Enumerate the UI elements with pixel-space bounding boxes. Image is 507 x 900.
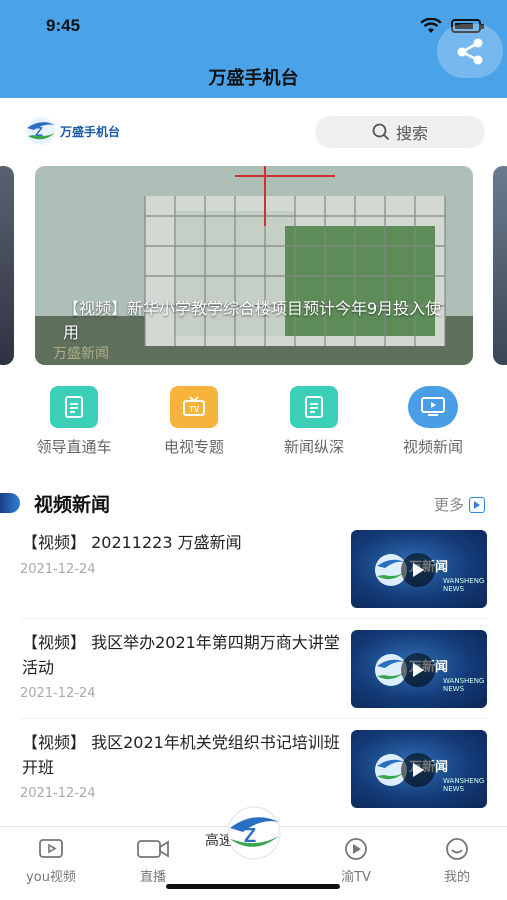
- app-header: 9:45 ···· 万盛手机台: [0, 0, 507, 98]
- page-title: 万盛手机台: [208, 68, 299, 89]
- news-date: 2021-12-24: [20, 786, 96, 801]
- chevron-right-icon: [469, 496, 485, 513]
- thumbnail-subtitle: WANSHENG NEWS: [443, 577, 485, 593]
- more-label: 更多: [433, 496, 464, 514]
- carousel-prev-slide[interactable]: [0, 166, 14, 365]
- monitor-icon: [408, 386, 458, 428]
- search-bar[interactable]: 搜索: [315, 116, 485, 148]
- news-thumbnail: 万新闻 WANSHENG NEWS: [351, 530, 487, 608]
- tab-live[interactable]: 直播: [103, 837, 203, 885]
- brand-logo-icon: Z: [27, 117, 55, 145]
- more-link[interactable]: 更多: [434, 494, 485, 515]
- divider: [20, 618, 487, 619]
- document-icon: [290, 386, 338, 428]
- share-button[interactable]: [437, 24, 503, 78]
- tab-you-video[interactable]: you视频: [1, 837, 101, 885]
- quick-nav: 领导直通车 TV 电视专题 新闻纵深 视频新闻: [0, 386, 507, 456]
- news-title: 【视频】 我区2021年机关党组织书记培训班开班: [22, 733, 340, 777]
- search-label: 搜索: [395, 124, 428, 143]
- news-item[interactable]: 【视频】 20211223 万盛新闻 2021-12-24 万新闻 WANSHE…: [20, 530, 487, 610]
- quicknav-video-news[interactable]: 视频新闻: [378, 386, 488, 457]
- quicknav-label: 领导直通车: [36, 438, 112, 456]
- news-thumbnail: 万新闻 WANSHENG NEWS: [351, 630, 487, 708]
- tab-mine[interactable]: 我的: [407, 837, 507, 885]
- svg-text:TV: TV: [189, 405, 200, 414]
- banner-watermark: 万盛新闻: [53, 346, 109, 362]
- news-item[interactable]: 【视频】 我区举办2021年第四期万商大讲堂活动 2021-12-24 万新闻 …: [20, 630, 487, 710]
- banner-carousel-slide[interactable]: 万盛新闻 【视频】新华小学教学综合楼项目预计今年9月投入使用: [35, 166, 473, 365]
- svg-text:Z: Z: [35, 124, 43, 139]
- news-date: 2021-12-24: [20, 562, 96, 577]
- news-date: 2021-12-24: [20, 686, 96, 701]
- quicknav-tv-topics[interactable]: TV 电视专题: [139, 386, 249, 457]
- play-square-icon: [39, 839, 63, 858]
- section-header: 视频新闻 更多: [0, 488, 507, 518]
- smile-icon: [446, 838, 468, 860]
- play-icon[interactable]: [401, 653, 435, 687]
- share-icon: [457, 38, 483, 65]
- divider: [20, 718, 487, 719]
- tab-label: you视频: [26, 870, 76, 885]
- brand-logo-text: 万盛手机台: [60, 124, 121, 139]
- carousel-next-slide[interactable]: [493, 166, 507, 365]
- center-home-logo-icon[interactable]: Z: [223, 806, 285, 860]
- play-circle-icon: [345, 838, 367, 860]
- svg-text:Z: Z: [244, 825, 256, 847]
- signal-dots: ····: [392, 30, 409, 41]
- thumbnail-subtitle: WANSHENG NEWS: [443, 777, 485, 793]
- tab-label: 渝TV: [341, 870, 371, 885]
- play-icon[interactable]: [401, 753, 435, 787]
- news-title: 【视频】 我区举办2021年第四期万商大讲堂活动: [22, 633, 340, 677]
- search-icon: [372, 123, 390, 141]
- tv-icon: TV: [170, 386, 218, 428]
- banner-caption: 【视频】新华小学教学综合楼项目预计今年9月投入使用: [63, 299, 442, 342]
- thumbnail-subtitle: WANSHENG NEWS: [443, 677, 485, 693]
- play-icon[interactable]: [401, 553, 435, 587]
- section-accent-bar: [0, 493, 20, 513]
- section-title: 视频新闻: [34, 494, 111, 516]
- news-title: 【视频】 20211223 万盛新闻: [22, 533, 242, 552]
- brand-logo: Z 万盛手机台: [24, 116, 120, 146]
- quicknav-label: 视频新闻: [402, 438, 463, 456]
- quicknav-label: 新闻纵深: [283, 438, 344, 456]
- status-time: 9:45: [46, 16, 81, 35]
- quicknav-in-depth[interactable]: 新闻纵深: [259, 386, 369, 457]
- tab-label: 我的: [443, 870, 470, 885]
- news-item[interactable]: 【视频】 我区2021年机关党组织书记培训班开班 2021-12-24 万新闻 …: [20, 730, 487, 810]
- tab-yu-tv[interactable]: 渝TV: [306, 837, 406, 885]
- quicknav-leaders[interactable]: 领导直通车: [19, 386, 129, 457]
- quicknav-label: 电视专题: [163, 438, 224, 456]
- document-icon: [50, 386, 98, 428]
- wifi-icon: [420, 18, 442, 33]
- news-thumbnail: 万新闻 WANSHENG NEWS: [351, 730, 487, 808]
- home-indicator: [166, 884, 340, 889]
- camera-icon: [137, 840, 169, 858]
- tab-label: 直播: [139, 870, 166, 885]
